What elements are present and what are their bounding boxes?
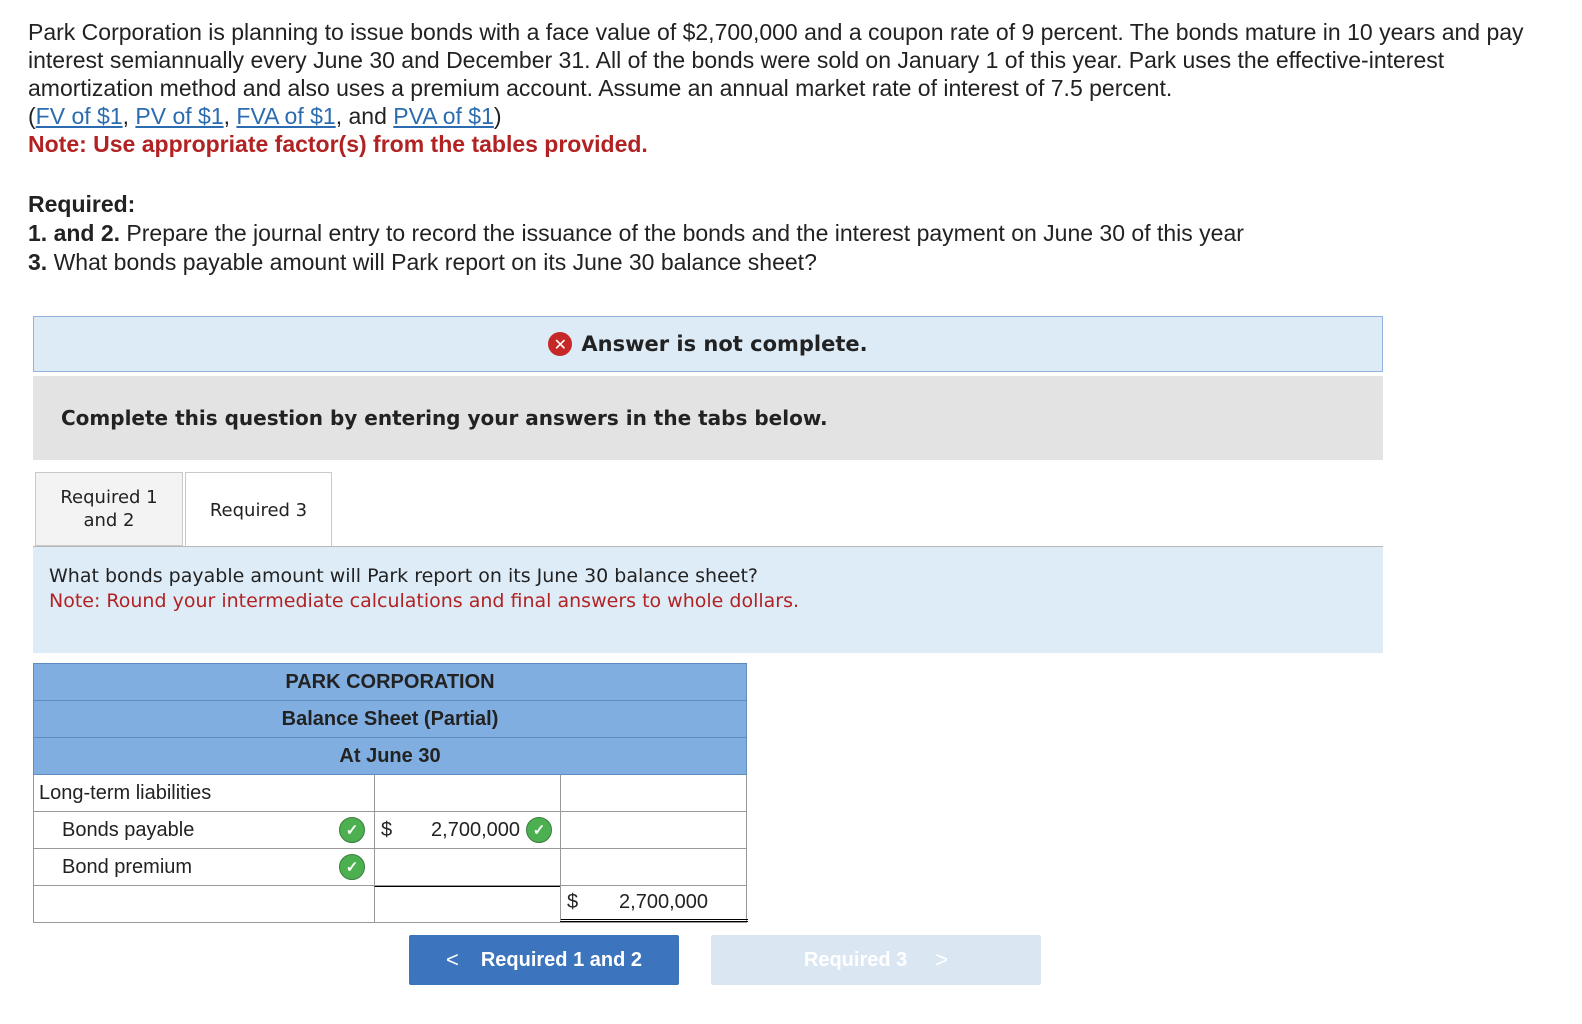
pva-table-link[interactable]: PVA of $1 xyxy=(393,103,494,129)
statement-title: Balance Sheet (Partial) xyxy=(33,700,747,737)
prev-button[interactable]: < Required 1 and 2 xyxy=(409,935,679,985)
chevron-left-icon: < xyxy=(445,947,459,972)
problem-text: Park Corporation is planning to issue bo… xyxy=(28,19,1524,101)
section-label: Long-term liabilities xyxy=(39,781,212,804)
required-item-3-number: 3. xyxy=(28,249,48,275)
instruction-box: Complete this question by entering your … xyxy=(33,376,1383,460)
total-column-input[interactable] xyxy=(560,849,748,885)
tab-label: Required 3 xyxy=(209,499,308,521)
pv-table-link[interactable]: PV of $1 xyxy=(135,103,223,129)
required-item-3-text: What bonds payable amount will Park repo… xyxy=(47,249,817,275)
problem-note: Note: Use appropriate factor(s) from the… xyxy=(28,131,648,157)
next-button-label: Required 3 xyxy=(803,948,908,971)
question-text: What bonds payable amount will Park repo… xyxy=(49,565,758,587)
paren-close: ) xyxy=(493,103,502,129)
tab-label: Required 1 xyxy=(60,487,158,508)
next-button[interactable]: Required 3 > xyxy=(711,935,1041,985)
total-amount-field[interactable]: $ 2,700,000 xyxy=(560,886,748,922)
status-banner: ✕ Answer is not complete. xyxy=(33,316,1383,372)
row-label: Bonds payable xyxy=(62,818,195,841)
company-name: PARK CORPORATION xyxy=(33,663,747,700)
x-circle-icon: ✕ xyxy=(548,332,573,356)
total-label-field[interactable] xyxy=(34,886,373,922)
prev-button-label: Required 1 and 2 xyxy=(480,948,642,971)
bonds-payable-label-field[interactable]: Bonds payable ✓ xyxy=(34,812,373,848)
separator: , and xyxy=(335,103,394,129)
table-row: Bonds payable ✓ $ 2,700,000 ✓ xyxy=(33,812,747,849)
required-heading: Required: xyxy=(28,191,136,217)
balance-sheet-table: PARK CORPORATION Balance Sheet (Partial)… xyxy=(33,663,748,923)
separator: , xyxy=(223,103,237,129)
bond-premium-label-field[interactable]: Bond premium ✓ xyxy=(34,849,373,885)
tab-required-3[interactable]: Required 3 xyxy=(185,472,332,547)
fva-table-link[interactable]: FVA of $1 xyxy=(236,103,335,129)
total-row: $ 2,700,000 xyxy=(33,886,748,923)
dollar-sign: $ xyxy=(381,818,393,841)
question-note: Note: Round your intermediate calculatio… xyxy=(49,590,800,612)
total-column-input[interactable] xyxy=(560,812,748,848)
dollar-sign: $ xyxy=(567,891,579,913)
required-item-1-text: Prepare the journal entry to record the … xyxy=(120,220,1244,246)
table-row: Long-term liabilities xyxy=(33,775,747,812)
paren-open: ( xyxy=(28,103,36,129)
separator: , xyxy=(122,103,136,129)
check-icon: ✓ xyxy=(339,854,365,880)
chevron-right-icon: > xyxy=(935,947,949,972)
tab-required-1-and-2[interactable]: Required 1 and 2 xyxy=(35,472,183,546)
fv-table-link[interactable]: FV of $1 xyxy=(36,103,123,129)
total-value: 2,700,000 xyxy=(619,891,708,913)
amount-value: 2,700,000 xyxy=(431,818,520,841)
instruction-text: Complete this question by entering your … xyxy=(61,406,828,430)
problem-statement: Park Corporation is planning to issue bo… xyxy=(28,18,1528,158)
row-label: Bond premium xyxy=(62,855,193,878)
bonds-payable-amount-field[interactable]: $ 2,700,000 ✓ xyxy=(374,812,560,848)
statement-date: At June 30 xyxy=(33,737,747,775)
tab-label: and 2 xyxy=(83,510,135,531)
required-item-1-number: 1. and 2. xyxy=(28,220,121,246)
table-row: Bond premium ✓ xyxy=(33,849,747,886)
status-text: Answer is not complete. xyxy=(581,332,868,356)
question-panel: What bonds payable amount will Park repo… xyxy=(33,547,1383,653)
check-icon: ✓ xyxy=(526,817,552,843)
required-section: Required: 1. and 2. Prepare the journal … xyxy=(28,190,1528,277)
bond-premium-amount-field[interactable] xyxy=(374,849,560,885)
subtotal-field[interactable] xyxy=(374,886,560,922)
check-icon: ✓ xyxy=(339,817,365,843)
